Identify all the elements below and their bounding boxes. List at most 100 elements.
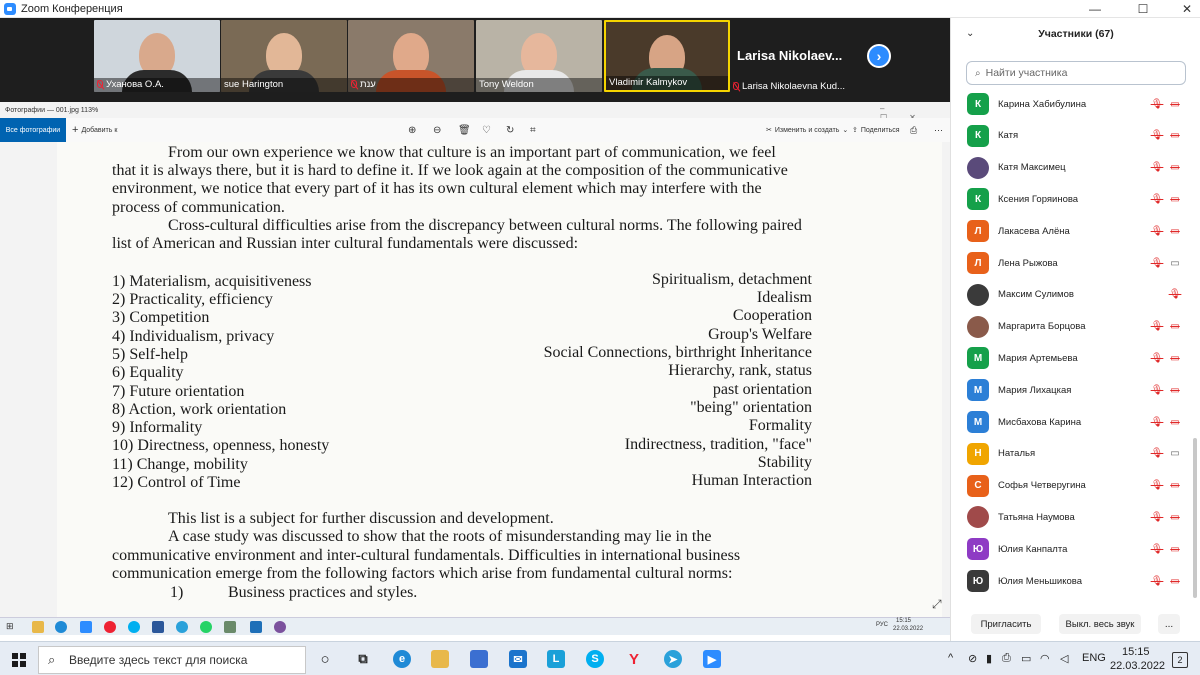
avatar: К <box>967 188 989 211</box>
video-off-icon: ▭ <box>1170 480 1180 492</box>
tray-wifi-icon[interactable]: ◠ <box>1040 652 1050 665</box>
participant-name: Ксения Горяинова <box>998 193 1079 205</box>
video-tile-no-video[interactable]: Larisa Nikolaev... Larisa Nikolaevna Kud… <box>733 20 861 92</box>
tray-lang: РУС <box>876 622 889 628</box>
file-explorer-icon[interactable] <box>431 650 449 668</box>
mail-icon[interactable]: ✉ <box>509 650 527 668</box>
avatar: Ю <box>967 570 989 592</box>
participant-row[interactable]: Маргарита Борцова 🎙 ▭ <box>967 311 1182 343</box>
minimize-button[interactable]: — <box>1080 0 1110 18</box>
participant-row[interactable]: Ю Юлия Меньшикова 🎙 ▭ <box>967 565 1182 597</box>
tile-display-name: Larisa Nikolaev... <box>737 48 843 63</box>
participant-row[interactable]: Л Лена Рыжова 🎙 ▭ <box>967 247 1182 279</box>
delete-icon[interactable]: 🗑 <box>458 118 471 142</box>
tray-usb-icon[interactable]: ▮ <box>986 652 992 665</box>
participant-row[interactable]: М Мисбахова Карина 🎙 ▭ <box>967 406 1182 438</box>
list-left-item: 9) Informality <box>112 419 203 436</box>
participant-row[interactable]: М Мария Артемьева 🎙 ▭ <box>967 342 1182 374</box>
participant-row[interactable]: К Катя 🎙 ▭ <box>967 120 1182 152</box>
more-button[interactable]: ... <box>1158 614 1180 634</box>
tray-volume-icon[interactable]: ◁ <box>1060 652 1068 665</box>
tray-chevron-icon[interactable]: ^ <box>948 652 953 664</box>
crop-icon[interactable]: ⌗ <box>530 118 536 142</box>
participant-name: Катя <box>998 130 1019 142</box>
task-view-icon[interactable]: ⧉ <box>354 650 372 668</box>
tile-name: Уханова О.А. <box>94 78 220 92</box>
maximize-button[interactable]: ☐ <box>1128 0 1158 18</box>
add-to-button[interactable]: + Добавить к <box>72 118 117 142</box>
tray-date[interactable]: 22.03.2022 <box>1110 660 1165 672</box>
list-left-item: 10) Directness, openness, honesty <box>112 437 330 454</box>
whatsapp-icon <box>200 621 212 633</box>
yandex-icon[interactable]: Y <box>625 650 643 668</box>
video-off-icon: ▭ <box>1170 98 1180 110</box>
participant-row[interactable]: С Софья Четверугина 🎙 ▭ <box>967 470 1182 502</box>
participant-row[interactable]: М Мария Лихацкая 🎙 ▭ <box>967 374 1182 406</box>
zoom-out-icon[interactable]: ⊖ <box>433 118 441 142</box>
video-tile[interactable]: ענת <box>348 20 474 92</box>
favorite-icon[interactable]: ♡ <box>482 118 491 142</box>
rotate-icon[interactable]: ↻ <box>506 118 514 142</box>
participant-row[interactable]: Н Наталья 🎙 ▭ <box>967 438 1182 470</box>
notifications-icon[interactable]: 2 <box>1172 652 1188 668</box>
taskbar-search-input[interactable]: ⌕ Введите здесь текст для поиска <box>38 646 306 674</box>
doc-line: list of American and Russian inter cultu… <box>112 235 579 252</box>
tile-name: ענת <box>348 78 474 92</box>
tray-battery-icon[interactable]: ▭ <box>1021 652 1031 665</box>
tile-name-text: sue Harington <box>224 79 284 90</box>
video-off-icon: ▭ <box>1170 352 1180 364</box>
video-tile[interactable]: Tony Weldon <box>476 20 602 92</box>
video-tile[interactable]: sue Harington <box>221 20 347 92</box>
cortana-icon[interactable]: ○ <box>316 650 334 668</box>
mute-all-button[interactable]: Выкл. весь звук <box>1059 614 1141 634</box>
zoom-in-icon[interactable]: ⊕ <box>408 118 416 142</box>
launcher-icon[interactable]: L <box>547 650 565 668</box>
avatar: С <box>967 474 989 497</box>
photos-icon <box>250 621 262 633</box>
video-tile[interactable]: Уханова О.А. <box>94 20 220 92</box>
edit-create-button[interactable]: ✂ Изменить и создать ⌄ <box>766 118 848 142</box>
video-tile-active-speaker[interactable]: Vladimir Kalmykov <box>604 20 730 92</box>
participant-row[interactable]: Татьяна Наумова 🎙 ▭ <box>967 501 1182 533</box>
tray-time[interactable]: 15:15 <box>1122 646 1150 658</box>
participant-row[interactable]: Катя Максимец 🎙 ▭ <box>967 152 1182 184</box>
tray-language[interactable]: ENG <box>1082 652 1106 664</box>
fullscreen-expand-icon[interactable]: ⤢ <box>932 597 942 612</box>
telegram-icon[interactable]: ➤ <box>664 650 682 668</box>
more-options-icon[interactable]: ⋯ <box>934 118 943 142</box>
next-page-arrow-icon[interactable]: › <box>867 44 891 68</box>
store-icon[interactable] <box>470 650 488 668</box>
participant-row[interactable]: Л Лакасева Алёна 🎙 ▭ <box>967 215 1182 247</box>
video-on-icon: ▭ <box>1170 257 1180 269</box>
participant-row[interactable]: К Ксения Горяинова 🎙 ▭ <box>967 183 1182 215</box>
list-right-item: Human Interaction <box>691 472 812 489</box>
edit-create-label: Изменить и создать <box>774 126 840 134</box>
print-icon[interactable]: ⎙ <box>910 118 917 142</box>
tile-name-text: ענת <box>360 79 376 90</box>
windows-start-icon[interactable] <box>12 653 26 667</box>
taskbar-search-placeholder: Введите здесь текст для поиска <box>69 653 248 667</box>
doc-line: A case study was discussed to show that … <box>168 528 712 545</box>
invite-button[interactable]: Пригласить <box>971 614 1041 634</box>
participant-name: Лакасева Алёна <box>998 225 1070 237</box>
edge-icon[interactable]: e <box>393 650 411 668</box>
video-off-icon: ▭ <box>1170 511 1180 523</box>
tray-app-icon[interactable]: ⊘ <box>968 652 977 665</box>
close-button[interactable]: ✕ <box>1172 0 1200 18</box>
muted-mic-icon <box>351 80 357 88</box>
participant-search-input[interactable]: ⌕ Найти участника <box>966 61 1186 85</box>
participant-row[interactable]: Ю Юлия Канпалта 🎙 ▭ <box>967 533 1182 565</box>
muted-mic-icon: 🎙 <box>1150 511 1164 523</box>
all-photos-button[interactable]: Все фотографии <box>0 118 66 142</box>
photos-window: Фотографии — 001.jpg 113% –☐✕ Все фотогр… <box>0 102 950 617</box>
participant-name: Карина Хабибулина <box>998 98 1087 110</box>
participant-row[interactable]: К Карина Хабибулина 🎙 ▭ <box>967 88 1182 120</box>
tray-printer-icon[interactable]: ⎙ <box>1002 652 1011 665</box>
share-button[interactable]: ⇪ Поделиться <box>852 118 900 142</box>
zoom-icon[interactable]: ▶ <box>703 650 721 668</box>
skype-icon[interactable]: S <box>586 650 604 668</box>
scrollbar[interactable] <box>1193 438 1197 598</box>
participant-row[interactable]: Максим Сулимов 🎙 <box>967 279 1182 311</box>
doc-line: that it is always there, but it is hard … <box>112 162 788 179</box>
muted-mic-icon <box>733 82 739 90</box>
